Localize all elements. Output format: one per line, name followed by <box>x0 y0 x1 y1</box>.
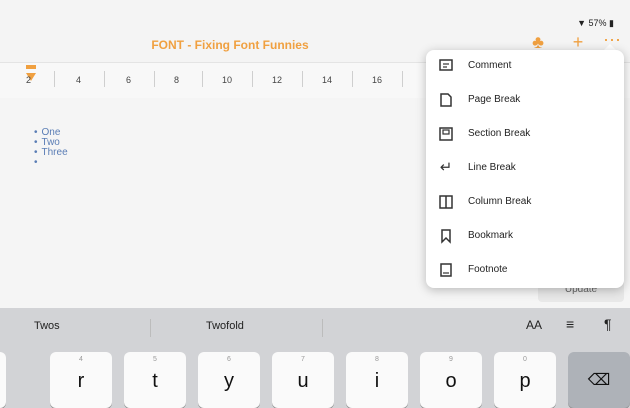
ruler-tick: 8 <box>174 75 180 85</box>
prediction-divider <box>322 319 323 337</box>
page-break-icon <box>438 92 454 108</box>
column-break-icon <box>438 194 454 210</box>
menu-item-line-break[interactable]: ↵ Line Break <box>426 152 624 186</box>
document-title: FONT - Fixing Font Funnies <box>151 38 309 52</box>
ruler-tick: 14 <box>322 75 333 85</box>
key-r[interactable]: 4 r <box>50 352 112 408</box>
menu-item-label: Page Break <box>468 94 521 105</box>
ruler-divider <box>352 71 353 87</box>
ruler-divider <box>202 71 203 87</box>
menu-item-label: Section Break <box>468 128 531 139</box>
key-alt-number: 0 <box>523 356 527 363</box>
key-alt-number: 7 <box>301 356 305 363</box>
bookmark-icon <box>438 228 454 244</box>
bullet-list[interactable]: One Two Three <box>34 128 68 168</box>
prediction-divider <box>150 319 151 337</box>
key-letter: i <box>374 370 380 392</box>
ruler-tick: 10 <box>222 75 233 85</box>
key-letter: o <box>445 370 457 392</box>
key-u[interactable]: 7 u <box>272 352 334 408</box>
insert-menu: Comment Page Break Section Break ↵ Line … <box>426 50 624 288</box>
paragraph-button[interactable]: ¶ <box>604 316 612 332</box>
key-letter: u <box>297 370 309 392</box>
ruler-tick: 6 <box>126 75 132 85</box>
key-p[interactable]: 0 p <box>494 352 556 408</box>
menu-item-label: Column Break <box>468 196 532 207</box>
key-letter: t <box>152 370 158 392</box>
key-letter: p <box>519 370 531 392</box>
key-alt-number: 5 <box>153 356 157 363</box>
menu-item-column-break[interactable]: Column Break <box>426 186 624 220</box>
align-icon[interactable]: ≡ <box>566 316 574 332</box>
key-letter: r <box>77 370 85 392</box>
key-y[interactable]: 6 y <box>198 352 260 408</box>
key-partial[interactable] <box>0 352 6 408</box>
key-i[interactable]: 8 i <box>346 352 408 408</box>
menu-item-comment[interactable]: Comment <box>426 50 624 84</box>
menu-item-footnote[interactable]: Footnote <box>426 254 624 288</box>
ruler-divider <box>54 71 55 87</box>
key-alt-number: 9 <box>449 356 453 363</box>
section-break-icon <box>438 126 454 142</box>
menu-item-label: Bookmark <box>468 230 514 241</box>
key-t[interactable]: 5 t <box>124 352 186 408</box>
menu-item-label: Line Break <box>468 162 516 173</box>
delete-icon: ⌫ <box>587 372 611 389</box>
battery-icon: ▮ <box>609 18 614 28</box>
text-size-button[interactable]: AA <box>526 318 542 332</box>
menu-item-bookmark[interactable]: Bookmark <box>426 220 624 254</box>
key-o[interactable]: 9 o <box>420 352 482 408</box>
prediction-suggestion[interactable]: Twos <box>34 320 60 332</box>
keyboard: Twos Twofold AA ≡ ¶ 4 r 5 t 6 y 7 u 8 i … <box>0 308 630 408</box>
ruler-divider <box>402 71 403 87</box>
comment-icon <box>438 58 454 74</box>
line-break-icon: ↵ <box>439 159 453 176</box>
status-bar: ▼ 57% ▮ <box>0 0 630 28</box>
menu-item-label: Comment <box>468 60 512 71</box>
footnote-icon <box>438 262 454 278</box>
delete-key[interactable]: ⌫ <box>568 352 630 408</box>
key-alt-number: 4 <box>79 356 83 363</box>
menu-item-label: Footnote <box>468 264 508 275</box>
menu-item-page-break[interactable]: Page Break <box>426 84 624 118</box>
list-item[interactable] <box>34 158 68 168</box>
ruler-divider <box>154 71 155 87</box>
wifi-icon: ▼ <box>577 18 586 28</box>
list-item[interactable]: Three <box>34 148 68 158</box>
ruler-tick: 12 <box>272 75 283 85</box>
ruler-divider <box>104 71 105 87</box>
ruler-tick: 16 <box>372 75 383 85</box>
ruler-divider <box>252 71 253 87</box>
predictive-bar: Twos Twofold AA ≡ ¶ <box>0 308 630 348</box>
key-alt-number: 8 <box>375 356 379 363</box>
prediction-suggestion[interactable]: Twofold <box>206 320 244 332</box>
ruler-tick: 4 <box>76 75 82 85</box>
menu-item-section-break[interactable]: Section Break <box>426 118 624 152</box>
ruler-divider <box>302 71 303 87</box>
key-alt-number: 6 <box>227 356 231 363</box>
battery-percent: 57% <box>588 18 607 28</box>
ruler-tick: 2 <box>26 75 32 85</box>
key-letter: y <box>224 370 234 392</box>
